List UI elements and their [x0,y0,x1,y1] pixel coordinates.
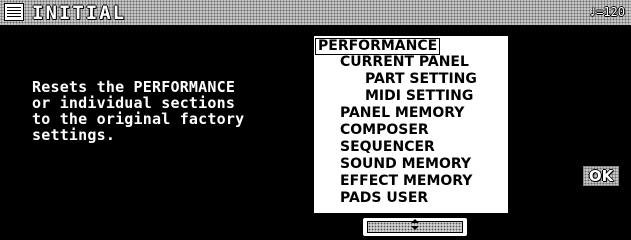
description-text: Resets the PERFORMANCE or individual sec… [32,78,245,144]
list-item-part-setting[interactable]: PART SETTING [365,72,477,87]
scroll-up-icon[interactable] [411,219,419,223]
ok-button[interactable]: OK [583,166,619,186]
list-item-current-panel[interactable]: CURRENT PANEL [340,55,469,70]
list-item-pads-user[interactable]: PADS USER [340,191,428,206]
performance-memory-icon [4,3,24,21]
list-item-sound-memory[interactable]: SOUND MEMORY [340,157,471,172]
list-item-panel-memory[interactable]: PANEL MEMORY [340,106,464,121]
list-item-effect-memory[interactable]: EFFECT MEMORY [340,174,472,189]
list-item-sequencer[interactable]: SEQUENCER [340,140,435,155]
tempo-display: ♩=120 [588,5,625,19]
title-bar: INITIAL ♩=120 [0,0,631,25]
initial-target-list[interactable]: PERFORMANCE CURRENT PANEL PART SETTING M… [313,35,509,214]
list-item-performance[interactable]: PERFORMANCE [315,38,441,55]
scroll-down-icon[interactable] [411,226,419,230]
list-item-composer[interactable]: COMPOSER [340,123,429,138]
list-scroll-control[interactable] [362,217,468,237]
screen-title: INITIAL [32,2,127,24]
list-item-midi-setting[interactable]: MIDI SETTING [365,89,473,104]
